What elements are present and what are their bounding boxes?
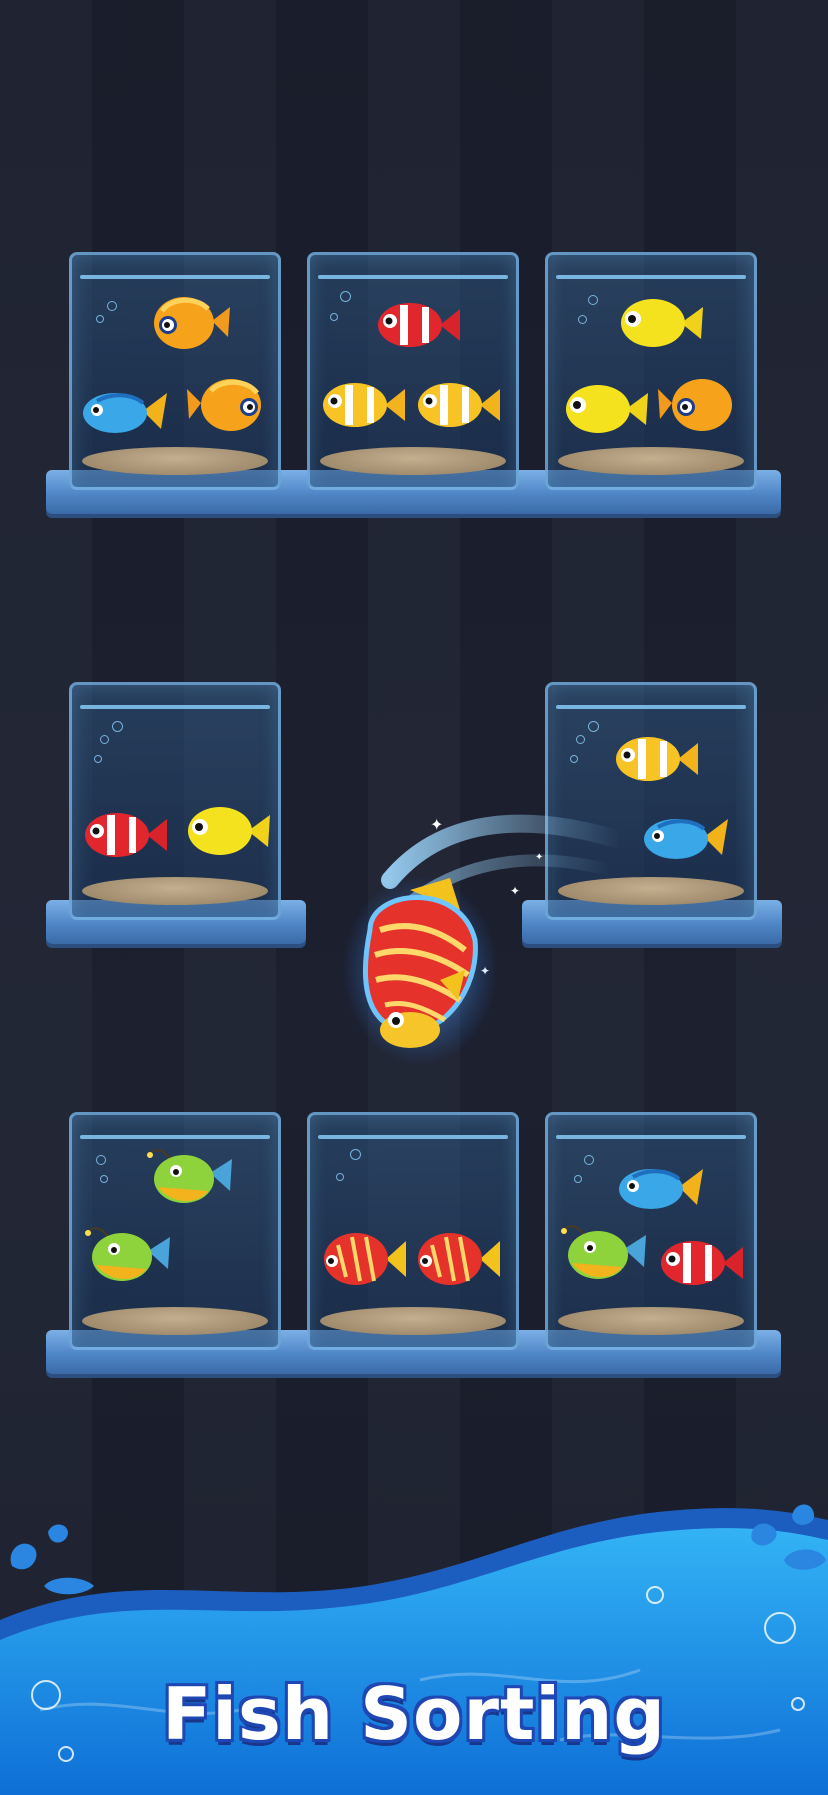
svg-text:✦: ✦ (430, 815, 443, 834)
water-line (318, 275, 508, 279)
bubble (574, 1175, 582, 1183)
orange-butterflyfish-icon[interactable] (658, 373, 748, 437)
yellow-tang-icon[interactable] (558, 377, 648, 441)
svg-text:✦: ✦ (510, 884, 520, 898)
bubble (340, 291, 351, 302)
tank-sand (320, 1307, 506, 1335)
orange-butterflyfish-icon[interactable] (187, 373, 277, 437)
tank-sand (320, 447, 506, 475)
bubble (576, 735, 585, 744)
yellow-tang-icon[interactable] (613, 291, 703, 355)
bubble (96, 315, 104, 323)
red-striped-fish-icon[interactable] (410, 1227, 500, 1291)
bubble (588, 295, 598, 305)
water-splash-left-icon (10, 1524, 94, 1595)
tank-bottom-left[interactable] (69, 1112, 281, 1350)
tank-sand (558, 447, 744, 475)
blue-tang-icon[interactable] (77, 379, 167, 443)
blue-tang-icon[interactable] (638, 805, 728, 869)
tank-top-left[interactable] (69, 252, 281, 490)
green-anglerfish-icon[interactable] (142, 1147, 232, 1211)
tank-sand (558, 1307, 744, 1335)
svg-text:✦: ✦ (535, 852, 543, 863)
yellow-clownfish-icon[interactable] (315, 373, 405, 437)
bubble (100, 735, 109, 744)
water-line (318, 1135, 508, 1139)
tank-sand (82, 447, 268, 475)
yellow-clownfish-icon[interactable] (410, 373, 500, 437)
tank-middle-left[interactable] (69, 682, 281, 920)
bubble (107, 301, 117, 311)
water-line (556, 275, 746, 279)
tank-sand (82, 877, 268, 905)
bubble (570, 755, 578, 763)
tank-top-middle[interactable] (307, 252, 519, 490)
tank-sand (82, 1307, 268, 1335)
water-line (556, 705, 746, 709)
bubble (94, 755, 102, 763)
water-line (80, 275, 270, 279)
red-clownfish-icon[interactable] (77, 803, 167, 867)
bubble (100, 1175, 108, 1183)
bubble (588, 721, 599, 732)
red-striped-fish-icon[interactable] (340, 870, 500, 1070)
game-title: Fish Sorting (162, 1672, 666, 1756)
bubble (112, 721, 123, 732)
bubble (584, 1155, 594, 1165)
water-splash-right-icon (751, 1504, 826, 1570)
red-clownfish-icon[interactable] (653, 1231, 743, 1295)
bubble (96, 1155, 106, 1165)
bubble (350, 1149, 361, 1160)
yellow-tang-icon[interactable] (180, 799, 270, 863)
water-line (80, 1135, 270, 1139)
tank-top-right[interactable] (545, 252, 757, 490)
green-anglerfish-icon[interactable] (80, 1225, 170, 1289)
red-striped-fish-icon[interactable] (316, 1227, 406, 1291)
tank-bottom-middle[interactable] (307, 1112, 519, 1350)
bubble (578, 315, 587, 324)
bubble (330, 313, 338, 321)
water-line (556, 1135, 746, 1139)
orange-butterflyfish-icon[interactable] (142, 291, 232, 355)
water-line (80, 705, 270, 709)
red-clownfish-icon[interactable] (370, 293, 460, 357)
yellow-clownfish-icon[interactable] (608, 727, 698, 791)
green-anglerfish-icon[interactable] (556, 1223, 646, 1287)
tank-bottom-right[interactable] (545, 1112, 757, 1350)
bubble (336, 1173, 344, 1181)
blue-tang-icon[interactable] (613, 1155, 703, 1219)
